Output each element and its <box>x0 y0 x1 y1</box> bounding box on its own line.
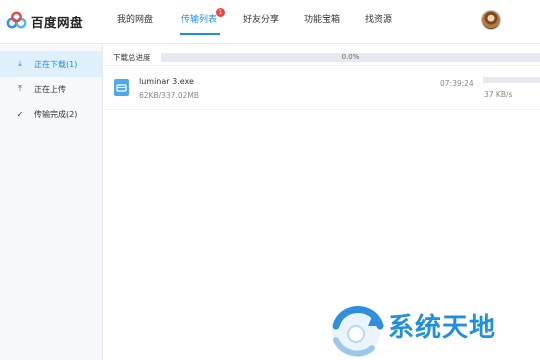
transfer-count-badge: 1 <box>216 8 225 17</box>
app-logo[interactable]: 百度网盘 <box>6 10 83 32</box>
total-progress-label: 下载总进度 <box>113 53 151 62</box>
download-speed: 37 KB/s <box>484 90 513 99</box>
sidebar-item-label: 正在下载(1) <box>34 59 78 69</box>
sidebar-item-completed[interactable]: ✓ 传输完成(2) <box>0 101 103 127</box>
active-tab-indicator <box>180 33 220 35</box>
sidebar-item-label: 传输完成(2) <box>34 109 78 119</box>
total-progress-bar: 0.0% <box>161 53 540 62</box>
file-size: 62KB/337.02MB <box>139 91 199 100</box>
sidebar-item-downloading[interactable]: ⤓ 正在下载(1) <box>0 51 103 77</box>
sidebar-item-uploading[interactable]: ⤒ 正在上传 <box>0 76 103 102</box>
download-icon: ⤓ <box>18 59 22 68</box>
tab-find-resources[interactable]: 找资源 <box>365 12 392 25</box>
upload-icon: ⤒ <box>18 84 22 93</box>
file-name: luminar 3.exe <box>139 77 194 86</box>
top-bar: 百度网盘 我的网盘 传输列表 1 好友分享 功能宝箱 找资源 <box>0 0 540 44</box>
tab-friend-share[interactable]: 好友分享 <box>243 12 279 25</box>
watermark: 系统天地 <box>322 296 540 360</box>
tab-toolbox[interactable]: 功能宝箱 <box>304 12 340 25</box>
remaining-time: 07:39:24 <box>440 79 474 88</box>
total-progress-percent: 0.0% <box>341 53 360 61</box>
cloud-logo-icon <box>6 11 28 31</box>
watermark-globe-icon <box>332 306 384 357</box>
tab-transfer-list[interactable]: 传输列表 <box>181 12 217 25</box>
sidebar: ⤓ 正在下载(1) ⤒ 正在上传 ✓ 传输完成(2) <box>0 45 103 360</box>
watermark-text: 系统天地 <box>388 313 497 343</box>
download-row[interactable]: luminar 3.exe 62KB/337.02MB 07:39:24 37 … <box>104 70 540 110</box>
tab-my-disk[interactable]: 我的网盘 <box>117 12 153 25</box>
file-progress-bar <box>483 77 540 83</box>
sidebar-item-label: 正在上传 <box>34 84 66 94</box>
avatar[interactable] <box>481 10 501 30</box>
total-progress-row: 下载总进度 0.0% <box>104 48 540 66</box>
app-title: 百度网盘 <box>31 14 84 30</box>
exe-file-icon <box>114 79 129 96</box>
check-circle-icon: ✓ <box>16 109 24 119</box>
